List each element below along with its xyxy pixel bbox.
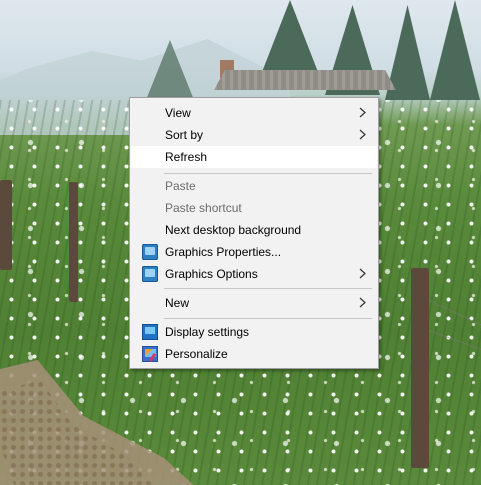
menu-item-personalize[interactable]: Personalize <box>131 343 377 365</box>
menu-item-view[interactable]: View <box>131 102 377 124</box>
wallpaper-fence-post <box>0 180 12 270</box>
chevron-right-icon <box>359 107 366 118</box>
chevron-right-icon <box>359 129 366 140</box>
menu-item-label: Sort by <box>165 128 204 142</box>
wallpaper-barn-roof-texture <box>214 70 396 90</box>
wallpaper-fence-post <box>69 182 78 302</box>
menu-item-paste-shortcut[interactable]: Paste shortcut <box>131 197 377 219</box>
menu-item-graphics-options[interactable]: Graphics Options <box>131 263 377 285</box>
graphics-properties-icon <box>142 244 158 260</box>
menu-item-label: Next desktop background <box>165 223 302 237</box>
menu-item-label: New <box>165 296 190 310</box>
menu-item-label: Paste shortcut <box>165 201 242 215</box>
menu-item-label: View <box>165 106 191 120</box>
display-settings-icon <box>142 324 158 340</box>
chevron-right-icon <box>359 268 366 279</box>
menu-item-graphics-properties[interactable]: Graphics Properties... <box>131 241 377 263</box>
menu-item-label: Graphics Options <box>165 267 258 281</box>
menu-item-label: Paste <box>165 179 196 193</box>
menu-item-refresh[interactable]: Refresh <box>131 146 377 168</box>
menu-item-paste[interactable]: Paste <box>131 175 377 197</box>
wallpaper-tree <box>430 0 480 100</box>
wallpaper-fence-post <box>411 268 429 468</box>
graphics-options-icon <box>142 266 158 282</box>
menu-item-label: Personalize <box>165 347 228 361</box>
menu-separator <box>164 173 372 174</box>
menu-item-label: Refresh <box>165 150 208 164</box>
personalize-icon <box>142 346 158 362</box>
menu-item-display-settings[interactable]: Display settings <box>131 321 377 343</box>
menu-item-new[interactable]: New <box>131 292 377 314</box>
menu-separator <box>164 318 372 319</box>
menu-item-label: Display settings <box>165 325 250 339</box>
chevron-right-icon <box>359 297 366 308</box>
desktop-context-menu: View Sort by Refresh Paste Paste shortcu… <box>129 97 379 369</box>
menu-item-sort-by[interactable]: Sort by <box>131 124 377 146</box>
menu-item-label: Graphics Properties... <box>165 245 282 259</box>
menu-separator <box>164 288 372 289</box>
menu-item-next-desktop-background[interactable]: Next desktop background <box>131 219 377 241</box>
